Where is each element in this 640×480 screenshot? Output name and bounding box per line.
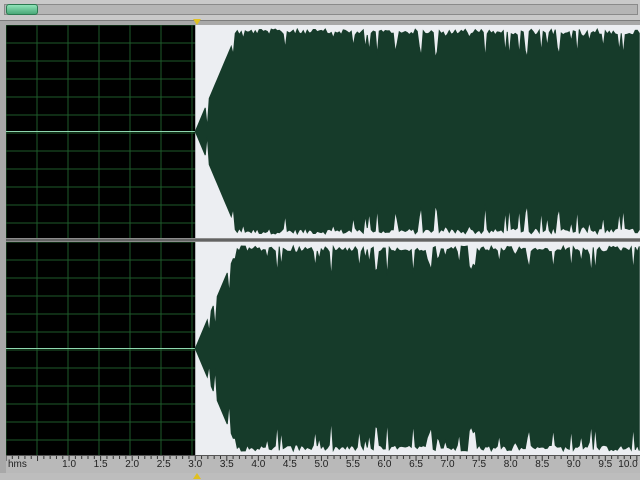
bottom-strip	[0, 473, 640, 480]
ruler-tick-label: 8.0	[503, 459, 518, 470]
ruler-tick-label: 1.5	[93, 459, 108, 470]
waveform-display[interactable]	[6, 25, 640, 455]
ruler-tick-label: 3.0	[188, 459, 203, 470]
ruler-tick-label: 9.5	[598, 459, 613, 470]
scrollbar-track[interactable]	[4, 4, 638, 15]
ruler-tick-label: 5.0	[314, 459, 329, 470]
ruler-tick-label: 4.0	[251, 459, 266, 470]
ruler-tick-label: 1.0	[62, 459, 77, 470]
ruler-tick-label: 8.5	[535, 459, 550, 470]
ruler-tick-label: 2.0	[125, 459, 140, 470]
waveform-canvas[interactable]	[6, 25, 640, 455]
ruler-tick-label: 4.5	[282, 459, 297, 470]
ruler-tick-label: 2.5	[156, 459, 171, 470]
horizontal-scrollbar[interactable]	[0, 0, 640, 21]
ruler-unit-label: hms	[8, 459, 27, 470]
ruler-tick-label: 3.5	[219, 459, 234, 470]
ruler-tick-label: 9.0	[566, 459, 581, 470]
scroll-thumb[interactable]	[6, 4, 38, 15]
left-channel-waveform	[194, 27, 640, 236]
ruler-tick-label: 7.5	[472, 459, 487, 470]
right-channel-waveform	[194, 244, 640, 453]
ruler-tick-label: 5.5	[346, 459, 360, 470]
time-ruler[interactable]: hms 1.0 1.5 2.0 2.5 3.0 3.5 4.0 4.5 5.0 5.5 6.0 6.5…	[6, 455, 640, 473]
playhead-bottom-marker-icon[interactable]	[193, 473, 201, 479]
ruler-tick-label: 10.0	[618, 459, 638, 470]
ruler-tick-label: 6.5	[409, 459, 423, 470]
ruler-tick-label: 7.0	[440, 459, 455, 470]
ruler-tick-label: 6.0	[377, 459, 392, 470]
